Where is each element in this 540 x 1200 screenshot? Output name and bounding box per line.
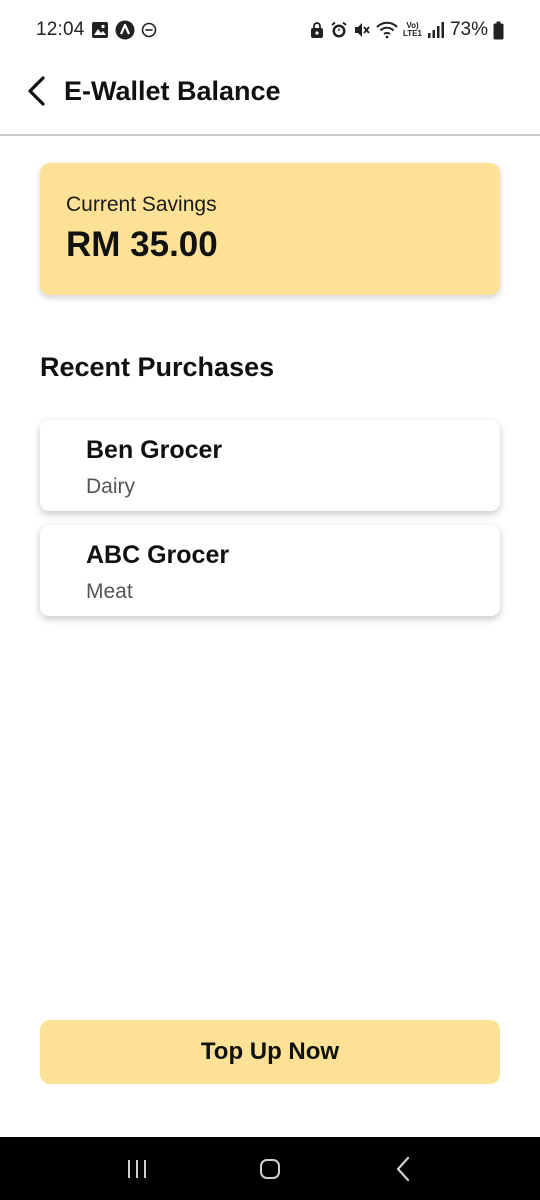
status-right: Vo) LTE1 73% [309, 19, 504, 41]
dnd-icon [141, 22, 157, 38]
purchase-item[interactable]: Ben Grocer Dairy [40, 420, 500, 511]
status-left: 12:04 [36, 19, 157, 41]
system-nav-bar [0, 1137, 540, 1200]
purchase-category: Meat [86, 580, 133, 603]
home-icon [259, 1158, 280, 1179]
recent-apps-button[interactable] [107, 1139, 167, 1199]
wifi-icon [376, 21, 398, 39]
app-header: E-Wallet Balance [0, 60, 540, 136]
purchase-item[interactable]: ABC Grocer Meat [40, 525, 500, 616]
savings-label: Current Savings [66, 193, 217, 216]
top-up-button[interactable]: Top Up Now [40, 1020, 500, 1084]
recent-apps-icon [127, 1159, 146, 1178]
gallery-icon [91, 21, 109, 39]
chevron-left-icon [28, 76, 45, 106]
recent-purchases-title: Recent Purchases [40, 352, 275, 382]
savings-card: Current Savings RM 35.00 [40, 163, 500, 295]
signal-icon [427, 21, 445, 39]
purchase-category: Dairy [86, 475, 136, 498]
battery-icon [493, 21, 504, 40]
app-a-icon [115, 20, 135, 40]
volte-bottom: LTE1 [403, 29, 422, 38]
battery-percent: 73% [449, 19, 488, 40]
lock-icon [309, 21, 325, 39]
nav-back-button[interactable] [373, 1139, 433, 1199]
screen: 12:04 Vo) LTE1 73% E-Wallet Balance Curr… [0, 0, 540, 1200]
back-icon [397, 1156, 410, 1181]
volte-indicator: Vo) LTE1 [403, 22, 422, 38]
page-title: E-Wallet Balance [64, 76, 281, 106]
purchase-name: Ben Grocer [86, 436, 223, 464]
purchase-name: ABC Grocer [86, 541, 230, 569]
purchase-list: Ben Grocer Dairy ABC Grocer Meat [40, 420, 500, 630]
alarm-icon [330, 21, 348, 39]
savings-amount: RM 35.00 [66, 225, 218, 264]
status-bar: 12:04 Vo) LTE1 73% [0, 0, 540, 60]
mute-icon [353, 21, 371, 39]
back-button[interactable] [22, 74, 52, 108]
status-time: 12:04 [36, 19, 85, 40]
home-button[interactable] [240, 1139, 300, 1199]
